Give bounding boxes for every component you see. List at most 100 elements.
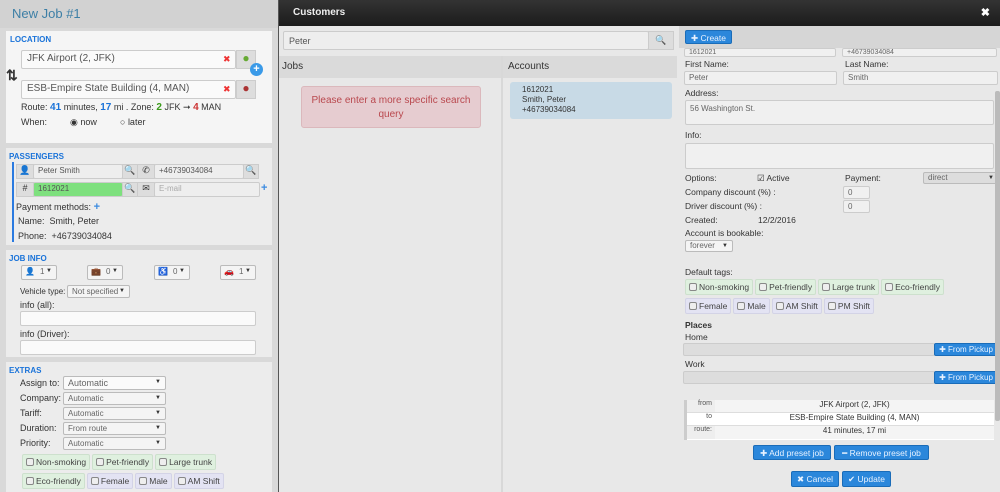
created-date: 12/2/2016 <box>758 215 796 225</box>
last-name-input[interactable]: Smith <box>843 71 998 85</box>
customers-modal: Customers ✖ Peter 🔍 Jobs Accounts Please… <box>278 0 1000 492</box>
when-now-radio[interactable]: ◉ now <box>70 117 97 128</box>
tariff-select[interactable]: Automatic <box>63 407 166 420</box>
wheelchair-icon: ♿ <box>158 267 168 276</box>
tag-checkbox[interactable]: Non-smoking <box>22 454 91 470</box>
company-discount-input[interactable]: 0 <box>843 186 870 199</box>
tag-label: Eco-friendly <box>36 476 81 486</box>
info-label: Info: <box>685 130 702 140</box>
tag-checkbox[interactable]: Non-smoking <box>685 279 754 295</box>
when-later-radio[interactable]: ○ later <box>120 117 145 127</box>
passenger-phone-input[interactable]: +46739034084 <box>154 164 244 179</box>
driver-discount-input[interactable]: 0 <box>843 200 870 213</box>
car-count: 1 <box>239 267 244 276</box>
tag-checkbox[interactable]: Female <box>685 298 732 314</box>
vehicle-type-select[interactable]: Not specified <box>67 285 130 298</box>
tag-checkbox[interactable]: Large trunk <box>155 454 217 470</box>
now-label: now <box>80 117 97 127</box>
passenger-name-row: Name: Smith, Peter <box>18 216 99 226</box>
passenger-name-input[interactable]: Peter Smith <box>33 164 123 179</box>
tag-checkbox[interactable]: Pet-friendly <box>92 454 154 470</box>
tag-checkbox[interactable]: Male <box>733 298 770 314</box>
tag-checkbox[interactable]: Female <box>86 473 134 489</box>
email-input[interactable]: E-mail <box>154 182 260 197</box>
info-input[interactable] <box>685 143 994 169</box>
first-name-label: First Name: <box>685 59 729 69</box>
search-account-icon[interactable]: 🔍 <box>122 182 138 197</box>
first-name-input[interactable]: Peter <box>684 71 837 85</box>
luggage-count-select[interactable]: 💼 0 <box>87 265 123 280</box>
home-from-pickup-button[interactable]: ✚ From Pickup <box>934 343 998 356</box>
new-job-panel: New Job #1 LOCATION ⇅ JFK Airport (2, JF… <box>0 0 278 492</box>
info-all-input[interactable] <box>20 311 256 326</box>
to-label: to <box>706 413 712 420</box>
clear-pickup-icon[interactable]: ✖ <box>223 54 231 65</box>
info-driver-input[interactable] <box>20 340 256 355</box>
preset-to: ESB-Empire State Building (4, MAN) <box>789 413 920 422</box>
add-stop-icon[interactable]: + <box>250 63 263 76</box>
address-input[interactable]: 56 Washington St. <box>685 100 994 125</box>
extras-section: EXTRAS Assign to: Automatic Company: Aut… <box>6 362 272 492</box>
customer-search-input[interactable]: Peter <box>283 31 649 50</box>
update-label: Update <box>857 474 885 484</box>
options-label: Options: <box>685 173 717 183</box>
passenger-count-select[interactable]: 👤 1 <box>21 265 57 280</box>
work-input[interactable] <box>683 371 935 384</box>
remove-preset-job-button[interactable]: ━ Remove preset job <box>834 445 929 460</box>
create-label: Create <box>700 33 726 43</box>
tariff-label: Tariff: <box>20 408 42 418</box>
company-select[interactable]: Automatic <box>63 392 166 405</box>
last-name-label: Last Name: <box>845 59 889 69</box>
account-number-input[interactable]: 1612021 <box>33 182 123 197</box>
account-number-field[interactable]: 1612021 <box>684 48 836 57</box>
location-section: LOCATION ⇅ JFK Airport (2, JFK) ✖ ● + ES… <box>6 31 272 143</box>
name-value: Smith, Peter <box>49 216 100 226</box>
tag-checkbox[interactable]: Eco-friendly <box>881 279 944 295</box>
search-button[interactable]: 🔍 <box>648 31 674 50</box>
priority-select[interactable]: Automatic <box>63 437 166 450</box>
clear-dropoff-icon[interactable]: ✖ <box>223 84 231 95</box>
add-passenger-icon[interactable]: + <box>261 182 267 194</box>
tag-checkbox[interactable]: Eco-friendly <box>22 473 85 489</box>
work-from-pickup-button[interactable]: ✚ From Pickup <box>934 371 998 384</box>
phone-field[interactable]: +46739034084 <box>842 48 997 57</box>
tag-label: Large trunk <box>832 282 876 292</box>
car-count-select[interactable]: 🚗 1 <box>220 265 256 280</box>
home-input[interactable] <box>683 343 935 356</box>
bookable-select[interactable]: forever <box>685 240 733 252</box>
default-tags-label: Default tags: <box>685 267 733 277</box>
add-payment-icon[interactable]: + <box>94 201 100 213</box>
swap-icon[interactable]: ⇅ <box>6 67 18 84</box>
create-button[interactable]: ✚ Create <box>685 30 732 44</box>
tag-label: Non-smoking <box>699 282 750 292</box>
duration-label: Duration: <box>20 423 57 433</box>
duration-select[interactable]: From route <box>63 422 166 435</box>
page-title: New Job #1 <box>0 0 278 28</box>
tag-checkbox[interactable]: PM Shift <box>823 298 875 314</box>
account-result[interactable]: 1612021 Smith, Peter +46739034084 <box>510 82 672 119</box>
phone-icon: ✆ <box>137 164 155 179</box>
active-checkbox[interactable]: ☑ Active <box>757 173 790 184</box>
add-preset-job-button[interactable]: ✚ Add preset job <box>753 445 831 460</box>
cancel-button[interactable]: ✖ Cancel <box>791 471 839 487</box>
tag-checkbox[interactable]: Large trunk <box>818 279 880 295</box>
tag-checkbox[interactable]: Male <box>135 473 172 489</box>
section-title: EXTRAS <box>9 366 42 375</box>
dropoff-pin-icon[interactable]: ● <box>236 80 256 99</box>
pickup-input[interactable]: JFK Airport (2, JFK) <box>21 50 236 69</box>
tag-checkbox[interactable]: AM Shift <box>771 298 822 314</box>
scrollbar[interactable] <box>995 91 1000 421</box>
tag-checkbox[interactable]: AM Shift <box>173 473 224 489</box>
close-icon[interactable]: ✖ <box>981 6 990 19</box>
dropoff-input[interactable]: ESB-Empire State Building (4, MAN) <box>21 80 236 99</box>
when-label: When: <box>21 117 48 127</box>
payment-select[interactable]: direct <box>923 172 999 184</box>
tag-checkbox[interactable]: Pet-friendly <box>755 279 817 295</box>
search-phone-icon[interactable]: 🔍 <box>243 164 259 179</box>
passengers-section: PASSENGERS 👤 Peter Smith 🔍 ✆ +4673903408… <box>6 148 272 245</box>
luggage-count: 0 <box>106 267 111 276</box>
wheelchair-count-select[interactable]: ♿ 0 <box>154 265 190 280</box>
update-button[interactable]: ✔ Update <box>842 471 891 487</box>
assign-select[interactable]: Automatic <box>63 376 166 390</box>
search-name-icon[interactable]: 🔍 <box>122 164 138 179</box>
